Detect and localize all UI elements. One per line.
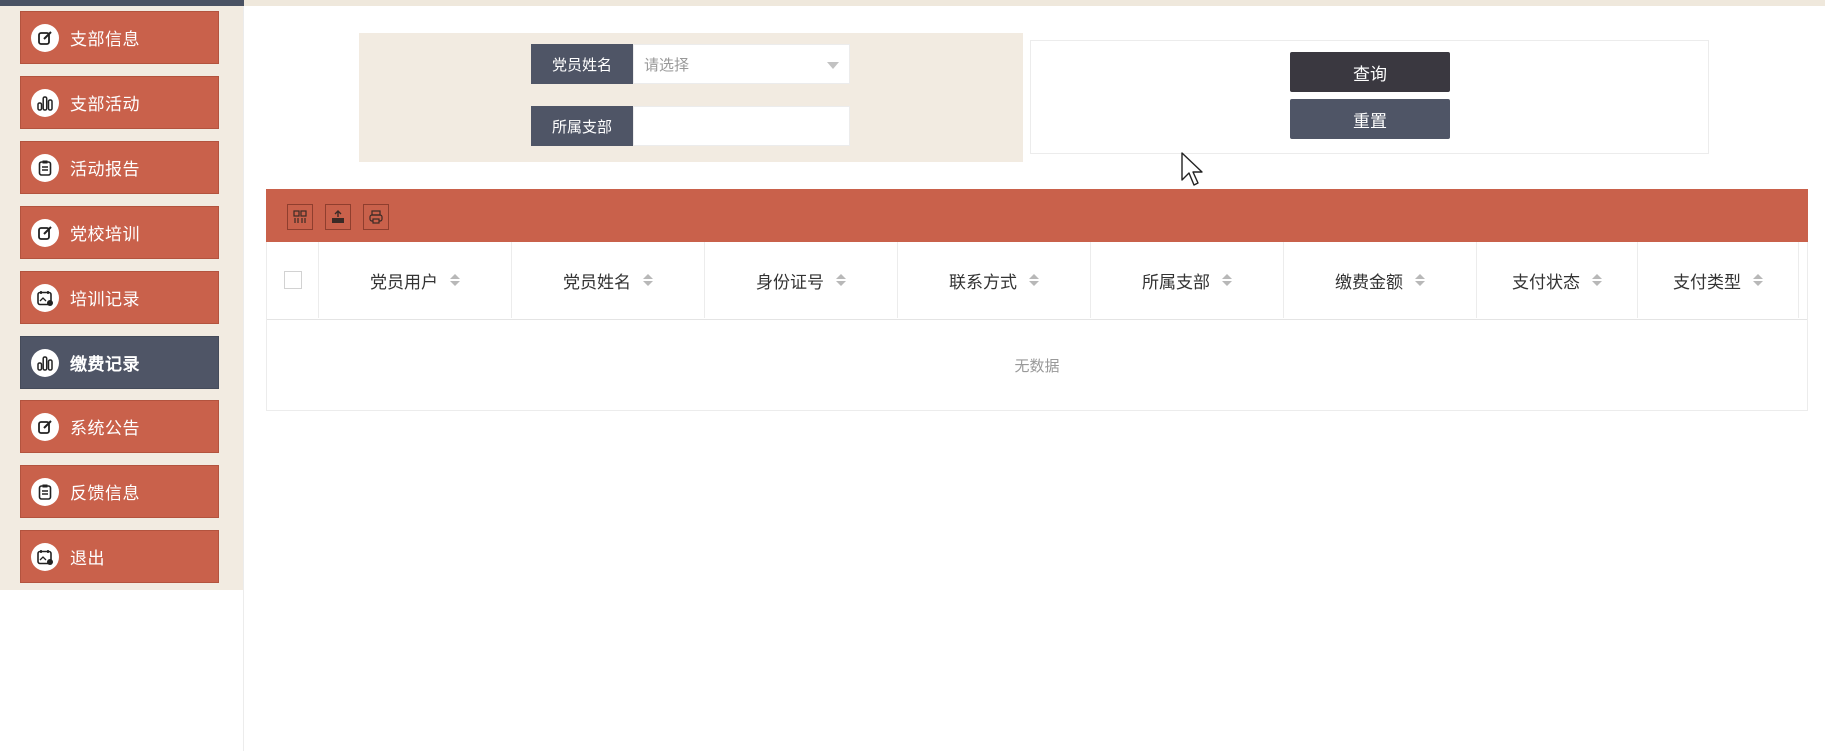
calendar-icon xyxy=(31,542,59,571)
sort-icon[interactable] xyxy=(1753,274,1763,286)
sort-icon[interactable] xyxy=(1029,274,1039,286)
edit-icon xyxy=(31,412,59,441)
branch-input[interactable] xyxy=(633,106,850,146)
column-header[interactable]: 身份证号 xyxy=(705,242,898,318)
column-header[interactable]: 缴费金额 xyxy=(1284,242,1477,318)
column-header[interactable]: 支付类型 xyxy=(1638,242,1799,318)
export-icon[interactable] xyxy=(325,204,351,230)
sidebar-item-label: 系统公告 xyxy=(70,419,140,439)
sidebar-item-branch-info[interactable]: 支部信息 xyxy=(20,11,219,64)
clipboard-icon xyxy=(31,153,59,182)
sidebar-item-label: 反馈信息 xyxy=(70,484,140,504)
clipboard-icon xyxy=(31,477,59,506)
sidebar: 支部信息 支部活动 活动报告 党校培训 培训记录 缴费记录 系统公告 反馈信息 … xyxy=(0,6,243,590)
member-name-label: 党员姓名 xyxy=(531,44,633,84)
sidebar-item-label: 支部信息 xyxy=(70,30,140,50)
sort-icon[interactable] xyxy=(1415,274,1425,286)
sidebar-item-party-training[interactable]: 党校培训 xyxy=(20,206,219,259)
sidebar-item-label: 党校培训 xyxy=(70,225,140,245)
bar-chart-icon xyxy=(31,88,59,117)
print-icon[interactable] xyxy=(363,204,389,230)
sidebar-item-system-notices[interactable]: 系统公告 xyxy=(20,400,219,453)
edit-icon xyxy=(31,23,59,52)
sort-icon[interactable] xyxy=(643,274,653,286)
search-form: 党员姓名 请选择 所属支部 xyxy=(359,33,1023,162)
sidebar-divider xyxy=(243,6,244,751)
sort-icon[interactable] xyxy=(450,274,460,286)
bar-chart-icon xyxy=(31,348,59,377)
reset-button[interactable]: 重置 xyxy=(1290,99,1450,139)
column-header[interactable]: 支付状态 xyxy=(1477,242,1638,318)
table-toolbar xyxy=(266,189,1808,242)
column-header[interactable]: 党员姓名 xyxy=(512,242,705,318)
branch-label: 所属支部 xyxy=(531,106,633,146)
sidebar-item-training-records[interactable]: 培训记录 xyxy=(20,271,219,324)
sidebar-item-label: 支部活动 xyxy=(70,95,140,115)
sort-icon[interactable] xyxy=(1222,274,1232,286)
sidebar-item-label: 活动报告 xyxy=(70,160,140,180)
sort-icon[interactable] xyxy=(836,274,846,286)
empty-state: 无数据 xyxy=(1014,356,1060,375)
select-all-checkbox[interactable] xyxy=(283,271,302,289)
sidebar-item-label: 缴费记录 xyxy=(70,355,140,375)
member-name-select[interactable]: 请选择 xyxy=(633,44,850,84)
chevron-down-icon xyxy=(827,62,839,69)
sidebar-item-logout[interactable]: 退出 xyxy=(20,530,219,583)
table-header: 党员用户 党员姓名 身份证号 联系方式 所属支部 缴费金额 支付状态 支付类型 xyxy=(267,242,1807,320)
sidebar-item-label: 退出 xyxy=(70,549,105,569)
action-panel: 查询 重置 xyxy=(1030,40,1709,154)
column-header[interactable]: 联系方式 xyxy=(898,242,1091,318)
calendar-icon xyxy=(31,283,59,312)
sidebar-item-feedback[interactable]: 反馈信息 xyxy=(20,465,219,518)
edit-icon xyxy=(31,218,59,247)
mouse-cursor-icon xyxy=(1181,152,1203,186)
query-button[interactable]: 查询 xyxy=(1290,52,1450,92)
sort-icon[interactable] xyxy=(1592,274,1602,286)
column-header[interactable]: 所属支部 xyxy=(1091,242,1284,318)
columns-icon[interactable] xyxy=(287,204,313,230)
column-header[interactable]: 党员用户 xyxy=(319,242,512,318)
topbar-right xyxy=(244,0,1825,6)
member-name-placeholder: 请选择 xyxy=(644,55,690,74)
payment-table: 党员用户 党员姓名 身份证号 联系方式 所属支部 缴费金额 支付状态 支付类型 xyxy=(266,242,1808,411)
sidebar-item-activity-reports[interactable]: 活动报告 xyxy=(20,141,219,194)
sidebar-item-branch-activities[interactable]: 支部活动 xyxy=(20,76,219,129)
sidebar-item-label: 培训记录 xyxy=(70,290,140,310)
sidebar-item-payment-records[interactable]: 缴费记录 xyxy=(20,336,219,389)
select-all-cell xyxy=(267,242,319,318)
